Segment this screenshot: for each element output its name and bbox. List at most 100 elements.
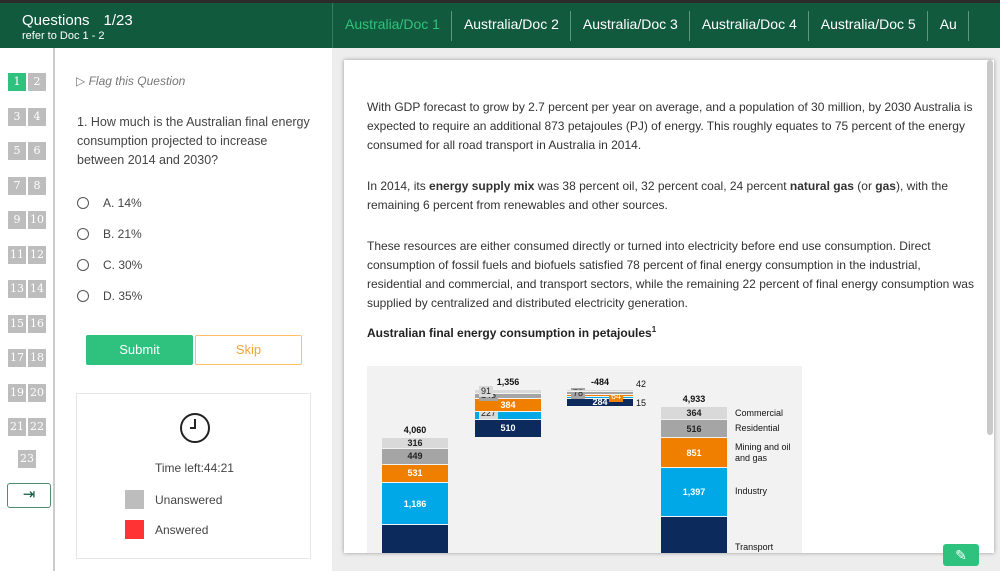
option-3[interactable]: D. 35% xyxy=(77,289,142,303)
tab-doc-1[interactable]: Australia/Doc 1 xyxy=(333,3,452,51)
tab-doc-5[interactable]: Australia/Doc 5 xyxy=(809,3,928,48)
column-total-label: 4,933 xyxy=(682,394,706,405)
question-nav-3[interactable]: 3 xyxy=(8,107,26,126)
tab-doc-6[interactable]: Au xyxy=(928,3,969,48)
document-scrollbar[interactable] xyxy=(987,60,993,435)
question-nav-13[interactable]: 13 xyxy=(8,280,26,298)
column-total-label: -484 xyxy=(590,377,609,388)
timer-panel: Time left:44:21 Unanswered Answered xyxy=(76,393,311,559)
flag-question-button[interactable]: ▷ Flag this Question xyxy=(76,74,185,88)
question-nav-7[interactable]: 7 xyxy=(8,176,26,195)
question-nav-1[interactable]: 1 xyxy=(8,73,26,91)
flag-label: Flag this Question xyxy=(88,74,186,88)
bar-segment-commercial: 364 xyxy=(661,407,727,421)
doc-tabs: Australia/Doc 1 Australia/Doc 2 Australia/… xyxy=(332,3,969,51)
question-nav-11[interactable]: 11 xyxy=(8,245,26,264)
option-label: D. 35% xyxy=(103,289,143,303)
sector-label: Residential xyxy=(735,423,780,434)
bar-segment-commercial xyxy=(567,390,633,393)
question-nav-23[interactable]: 23 xyxy=(18,450,36,468)
skip-button[interactable]: Skip xyxy=(195,335,302,365)
question-panel: ⇥ 1 2 3 4 5 6 7 8 9 10 11 12 13 14 15 16 17 18 19 20 21 22 23 … xyxy=(0,48,332,571)
segment-label: 91 xyxy=(479,386,494,398)
time-left: Time left:44:21 xyxy=(155,461,234,475)
question-text: 1. How much is the Australian final ener… xyxy=(77,115,310,167)
segment-label: 15 xyxy=(636,397,647,408)
question-nav-12[interactable]: 12 xyxy=(28,245,46,264)
bar-segment-mining-and-oil-and-gas: 384 xyxy=(475,398,541,413)
legend-answered: Answered xyxy=(125,520,208,539)
edit-icon: ✎ xyxy=(955,547,967,563)
bar-segment-mining-and-oil-and-gas: 531 xyxy=(382,464,448,484)
option-label: B. 21% xyxy=(103,227,142,241)
bar-segment-mining-and-oil-and-gas: 851 xyxy=(661,438,727,468)
option-label: C. 30% xyxy=(103,258,143,272)
question-nav-18[interactable]: 18 xyxy=(28,349,46,367)
flag-icon: ▷ xyxy=(76,74,86,88)
question-nav-9[interactable]: 9 xyxy=(8,211,26,229)
sector-label: Industry xyxy=(735,486,768,497)
question-nav-15[interactable]: 15 xyxy=(8,314,26,333)
doc-reference: refer to Doc 1 - 2 xyxy=(22,30,105,42)
option-2[interactable]: C. 30% xyxy=(77,258,142,272)
chart-title: Australian final energy consumption in p… xyxy=(367,325,657,340)
option-label: A. 14% xyxy=(103,196,142,210)
question-nav-4[interactable]: 4 xyxy=(28,107,46,126)
question-nav-5[interactable]: 5 xyxy=(8,142,26,160)
sector-label: Transport xyxy=(735,542,774,553)
sector-label: Mining and oil and gas xyxy=(735,442,791,464)
tab-doc-4[interactable]: Australia/Doc 4 xyxy=(690,3,809,48)
tab-doc-3[interactable]: Australia/Doc 3 xyxy=(571,3,690,48)
bar-segment-industry: 1,186 xyxy=(382,483,448,525)
column-total-label: 4,060 xyxy=(403,424,427,435)
tab-doc-2[interactable]: Australia/Doc 2 xyxy=(452,3,571,48)
question-nav-16[interactable]: 16 xyxy=(28,314,46,333)
radio-button[interactable] xyxy=(77,228,89,240)
question-nav-17[interactable]: 17 xyxy=(8,349,26,367)
question-nav-10[interactable]: 10 xyxy=(28,211,46,229)
segment-label: 42 xyxy=(636,379,647,390)
exit-button[interactable]: ⇥ xyxy=(7,483,51,508)
title-text: Questions xyxy=(22,12,90,29)
legend-unanswered: Unanswered xyxy=(125,490,222,509)
submit-button[interactable]: Submit xyxy=(86,335,193,365)
question-nav-14[interactable]: 14 xyxy=(28,280,46,298)
paragraph-3: These resources are either consumed dire… xyxy=(367,239,974,310)
unanswered-swatch xyxy=(125,490,144,509)
bar-segment-transport xyxy=(661,516,727,553)
radio-button[interactable] xyxy=(77,197,89,209)
questions-title: Questions 1/23 xyxy=(22,12,133,29)
paragraph-2: In 2014, its energy supply mix was 38 pe… xyxy=(367,179,949,212)
clock-icon xyxy=(180,413,210,443)
option-0[interactable]: A. 14% xyxy=(77,196,142,210)
question-nav-20[interactable]: 20 xyxy=(28,383,46,402)
question-nav-2[interactable]: 2 xyxy=(28,73,46,91)
legend-label: Unanswered xyxy=(155,492,223,507)
energy-chart: 1,1865314493164,060510227384145911,35628… xyxy=(367,366,802,553)
question-nav-22[interactable]: 22 xyxy=(28,418,46,436)
bar-segment-commercial: 316 xyxy=(382,437,448,449)
question-nav-6[interactable]: 6 xyxy=(28,142,46,160)
edit-notes-button[interactable]: ✎ xyxy=(943,544,979,566)
question-nav: ⇥ 1 2 3 4 5 6 7 8 9 10 11 12 13 14 15 16 17 18 19 20 21 22 23 xyxy=(0,48,55,571)
radio-button[interactable] xyxy=(77,259,89,271)
bar-segment-industry: 1,397 xyxy=(661,467,727,517)
document-viewer: With GDP forecast to grow by 2.7 percent… xyxy=(344,60,994,553)
column-total-label: 1,356 xyxy=(496,377,520,388)
radio-button[interactable] xyxy=(77,290,89,302)
bar-segment-residential: 516 xyxy=(661,420,727,439)
document-area: With GDP forecast to grow by 2.7 percent… xyxy=(332,48,1000,571)
header: Questions 1/23 refer to Doc 1 - 2 Austral… xyxy=(0,0,1000,51)
exit-icon: ⇥ xyxy=(22,486,36,503)
question-nav-21[interactable]: 21 xyxy=(8,418,26,436)
question-nav-19[interactable]: 19 xyxy=(8,383,26,402)
paragraph-1: With GDP forecast to grow by 2.7 percent… xyxy=(367,100,973,152)
option-1[interactable]: B. 21% xyxy=(77,227,142,241)
bar-segment-residential: 449 xyxy=(382,448,448,465)
legend-label: Answered xyxy=(155,522,209,537)
answered-swatch xyxy=(125,520,144,539)
question-counter: 1/23 xyxy=(103,12,133,29)
bar-segment-transport: 510 xyxy=(475,420,541,438)
sector-label: Commercial xyxy=(735,407,784,418)
question-nav-8[interactable]: 8 xyxy=(28,176,46,195)
